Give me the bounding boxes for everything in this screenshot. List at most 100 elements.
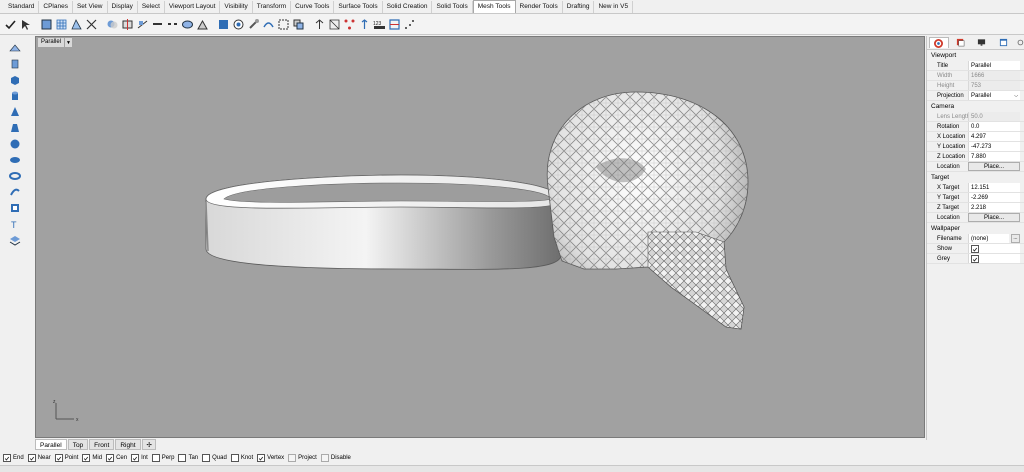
display-tab[interactable]: [972, 37, 992, 48]
properties-tab[interactable]: [929, 37, 949, 48]
osnap-vertex[interactable]: Vertex: [257, 454, 284, 462]
toolbar-tab-transform[interactable]: Transform: [253, 1, 292, 13]
toolbar-tab-display[interactable]: Display: [108, 1, 138, 13]
grey-wallpaper-checkbox[interactable]: [971, 255, 979, 263]
mesh-explode-button[interactable]: [85, 18, 98, 31]
osnap-end[interactable]: End: [3, 454, 24, 462]
toolbar-tab-solid-tools[interactable]: Solid Tools: [432, 1, 473, 13]
prop-xloc-input[interactable]: 4.297: [968, 132, 1020, 141]
mesh-faces-button[interactable]: [328, 18, 341, 31]
skull-model[interactable]: [546, 91, 749, 330]
check-button[interactable]: [4, 18, 17, 31]
osnap-near[interactable]: Near: [27, 454, 51, 462]
osnap-int[interactable]: Int: [131, 454, 148, 462]
viewport-title-label[interactable]: Parallel ▼: [38, 38, 73, 47]
mesh-box-button[interactable]: [40, 18, 53, 31]
osnap-project[interactable]: Project: [288, 454, 317, 462]
mesh-vertices-button[interactable]: [343, 18, 356, 31]
toolbar-tab-viewport-layout[interactable]: Viewport Layout: [165, 1, 221, 13]
osnap-perp[interactable]: Perp: [151, 454, 174, 462]
mesh-split-button[interactable]: [121, 18, 134, 31]
layers-tab[interactable]: [951, 37, 971, 48]
viewport-tab-top[interactable]: Top: [67, 439, 89, 450]
mesh-offset-button[interactable]: [292, 18, 305, 31]
osnap-disable-checkbox[interactable]: [320, 454, 329, 462]
mesh-trim-button[interactable]: [136, 18, 149, 31]
mesh-smooth-button[interactable]: [181, 18, 194, 31]
osnap-quad[interactable]: Quad: [202, 454, 227, 462]
toolbar-tab-standard[interactable]: Standard: [4, 1, 40, 13]
osnap-cen[interactable]: Cen: [106, 454, 127, 462]
viewport-tab-right[interactable]: Right: [115, 439, 141, 450]
toolbar-tab-curve-tools[interactable]: Curve Tools: [291, 1, 335, 13]
viewport-parallel[interactable]: Parallel ▼ z x: [35, 36, 925, 438]
mesh-patch-button[interactable]: [217, 18, 230, 31]
osnap-disable[interactable]: Disable: [320, 454, 351, 462]
mesh-dots-button[interactable]: [403, 18, 416, 31]
pipe-button[interactable]: [9, 186, 21, 198]
prop-ztarget-input[interactable]: 2.218: [968, 203, 1020, 212]
box-button[interactable]: [9, 74, 21, 86]
mesh-outline-button[interactable]: [277, 18, 290, 31]
toolbar-tab-cplanes[interactable]: CPlanes: [39, 1, 73, 13]
osnap-vertex-checkbox[interactable]: [257, 454, 266, 462]
toolbar-tab-mesh-tools[interactable]: Mesh Tools: [472, 0, 516, 13]
cone-button[interactable]: [9, 106, 21, 118]
osnap-tan-checkbox[interactable]: [178, 454, 187, 462]
osnap-perp-checkbox[interactable]: [151, 454, 160, 462]
osnap-project-checkbox[interactable]: [288, 454, 297, 462]
cylinder-button[interactable]: [9, 90, 21, 102]
prop-xtarget-input[interactable]: 12.151: [968, 183, 1020, 192]
osnap-knot[interactable]: Knot: [230, 454, 253, 462]
toolbar-tab-select[interactable]: Select: [138, 1, 165, 13]
text-object-button[interactable]: T: [9, 218, 21, 230]
layers-stack-button[interactable]: [9, 234, 21, 246]
viewport-menu-arrow-icon[interactable]: ▼: [65, 38, 73, 47]
prop-title-input[interactable]: Parallel: [968, 61, 1020, 70]
mesh-weld-button[interactable]: [151, 18, 164, 31]
osnap-cen-checkbox[interactable]: [106, 454, 115, 462]
osnap-near-checkbox[interactable]: [27, 454, 36, 462]
browse-wallpaper-button[interactable]: ...: [1011, 234, 1020, 243]
mesh-edges-button[interactable]: [388, 18, 401, 31]
osnap-mid-checkbox[interactable]: [82, 454, 91, 462]
extrude-button[interactable]: [9, 58, 21, 70]
camera-place-button[interactable]: Place...: [968, 162, 1020, 171]
osnap-int-checkbox[interactable]: [131, 454, 140, 462]
mesh-flip-button[interactable]: [313, 18, 326, 31]
osnap-knot-checkbox[interactable]: [230, 454, 239, 462]
toolbar-tab-render-tools[interactable]: Render Tools: [516, 1, 563, 13]
prop-rotation-input[interactable]: 0.0: [968, 122, 1020, 131]
osnap-point[interactable]: Point: [54, 454, 78, 462]
pointer-button[interactable]: [19, 18, 32, 31]
osnap-point-checkbox[interactable]: [54, 454, 63, 462]
mesh-unweld-button[interactable]: [166, 18, 179, 31]
mesh-join-button[interactable]: [70, 18, 83, 31]
truncated-cone-button[interactable]: [9, 122, 21, 134]
target-place-button[interactable]: Place...: [968, 213, 1020, 222]
mesh-boolean-button[interactable]: [106, 18, 119, 31]
osnap-quad-checkbox[interactable]: [202, 454, 211, 462]
mesh-reduce-button[interactable]: [196, 18, 209, 31]
toolbar-tab-set-view[interactable]: Set View: [73, 1, 108, 13]
mesh-numbers-button[interactable]: 123: [373, 18, 386, 31]
toolbar-tab-visibility[interactable]: Visibility: [220, 1, 253, 13]
mesh-grid-button[interactable]: [55, 18, 68, 31]
mesh-fill-holes-button[interactable]: [232, 18, 245, 31]
surface-button[interactable]: [9, 42, 21, 54]
mesh-to-nurbs-button[interactable]: [262, 18, 275, 31]
prop-yloc-input[interactable]: -47.273: [968, 142, 1020, 151]
viewport-title[interactable]: Parallel: [38, 38, 65, 47]
prop-zloc-input[interactable]: 7.880: [968, 152, 1020, 161]
help-tab[interactable]: [994, 37, 1014, 48]
toolbar-tab-solid-creation[interactable]: Solid Creation: [383, 1, 433, 13]
panel-options-icon[interactable]: [1017, 39, 1024, 46]
show-wallpaper-checkbox[interactable]: [971, 245, 979, 253]
viewport-tab-front[interactable]: Front: [89, 439, 115, 450]
mesh-normals-button[interactable]: [358, 18, 371, 31]
viewport-tab-parallel[interactable]: Parallel: [35, 439, 67, 450]
osnap-tan[interactable]: Tan: [178, 454, 198, 462]
toolbar-tab-new-in-v5[interactable]: New in V5: [594, 1, 634, 13]
mesh-repair-button[interactable]: [247, 18, 260, 31]
prop-projection-select[interactable]: Parallel ⌵: [968, 91, 1020, 100]
